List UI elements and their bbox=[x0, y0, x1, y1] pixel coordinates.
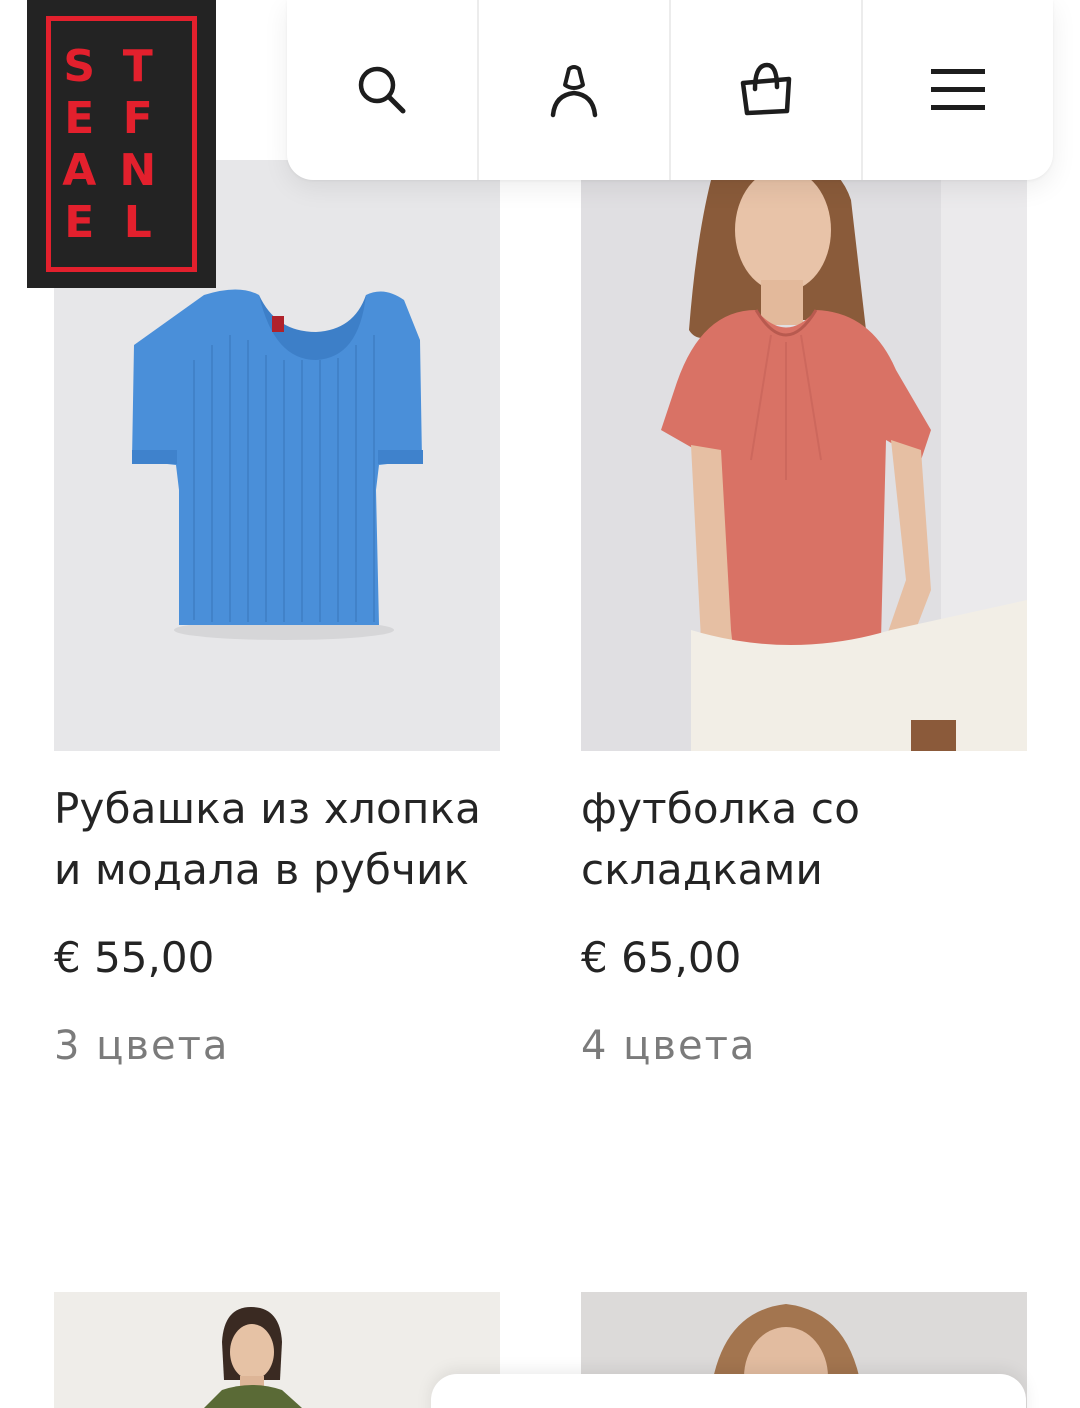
logo-letter: L bbox=[123, 197, 152, 248]
product-listing-page: S T E F A N E L Рубашка из хлопка и мода… bbox=[0, 0, 1080, 1408]
logo-letter: E bbox=[64, 197, 95, 248]
logo-letter: A bbox=[62, 145, 97, 196]
logo-letter: S bbox=[63, 41, 96, 92]
product-price: € 55,00 bbox=[54, 933, 215, 982]
product-image-model-in-pink-pleated-tshirt[interactable] bbox=[581, 160, 1027, 751]
logo-letter: T bbox=[122, 41, 153, 92]
stefanel-logo[interactable]: S T E F A N E L bbox=[27, 0, 216, 288]
cart-button[interactable] bbox=[671, 0, 863, 180]
product-title[interactable]: Рубашка из хлопка и модала в рубчик bbox=[54, 778, 514, 900]
logo-letters: S T E F A N E L bbox=[57, 44, 160, 246]
account-button[interactable] bbox=[479, 0, 671, 180]
bottom-sheet[interactable] bbox=[431, 1374, 1026, 1408]
shopping-bag-icon bbox=[740, 62, 792, 116]
logo-letter: N bbox=[119, 145, 157, 196]
product-color-count[interactable]: 3 цвета bbox=[54, 1021, 229, 1071]
search-button[interactable] bbox=[287, 0, 479, 180]
product-title[interactable]: футболка со складками bbox=[581, 778, 1041, 900]
logo-letter: E bbox=[64, 93, 95, 144]
logo-letter: F bbox=[122, 93, 153, 144]
search-icon bbox=[358, 66, 406, 114]
product-color-count[interactable]: 4 цвета bbox=[581, 1021, 756, 1071]
menu-icon bbox=[931, 69, 985, 110]
product-price: € 65,00 bbox=[581, 933, 742, 982]
top-nav-bar bbox=[287, 0, 1053, 180]
account-icon bbox=[550, 65, 598, 118]
menu-button[interactable] bbox=[863, 0, 1053, 180]
